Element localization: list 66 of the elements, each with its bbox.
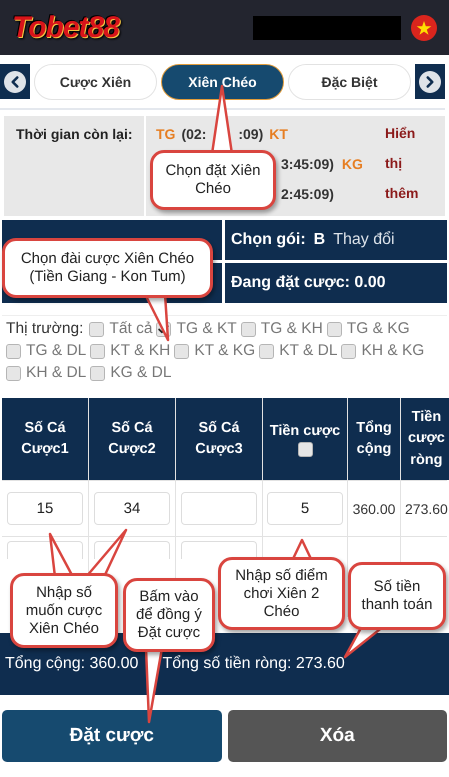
market-option-label[interactable]: TG & DL bbox=[26, 342, 86, 360]
market-option-label[interactable]: TG & KT bbox=[176, 320, 237, 338]
checkbox[interactable] bbox=[259, 344, 274, 358]
stake-field[interactable]: 5 bbox=[267, 492, 343, 525]
column-title: Tổng cộng bbox=[355, 418, 393, 459]
checkbox[interactable] bbox=[174, 344, 190, 358]
market-label: Thị trường: bbox=[6, 320, 84, 338]
change-link[interactable]: Thay đổi bbox=[333, 231, 395, 249]
number-field[interactable]: 15 bbox=[7, 492, 83, 525]
column-title: Số Cá Cược2 bbox=[107, 418, 157, 459]
clear-button[interactable]: Xóa bbox=[228, 710, 447, 762]
star-flag-icon[interactable] bbox=[411, 14, 437, 40]
previous-button[interactable] bbox=[0, 64, 30, 99]
region-code: KG bbox=[342, 156, 363, 172]
countdown-time: (02: bbox=[181, 126, 206, 142]
checkbox[interactable] bbox=[298, 442, 312, 457]
callout: Nhập số điểm chơi Xiên 2 Chéo bbox=[218, 557, 345, 630]
checkbox[interactable] bbox=[90, 366, 106, 380]
region-code: TG bbox=[156, 126, 176, 142]
table-cell: 360.00 bbox=[348, 481, 400, 536]
market-option-label[interactable]: TG & KG bbox=[346, 320, 410, 338]
tab[interactable]: Đặc Biệt bbox=[288, 64, 411, 100]
callout: Bấm vào để đồng ý Đặt cược bbox=[123, 578, 215, 652]
checkbox[interactable] bbox=[6, 366, 21, 380]
place-bet-button[interactable]: Đặt cược bbox=[2, 710, 222, 762]
next-button[interactable] bbox=[415, 64, 445, 99]
column-title: Số Cá Cược3 bbox=[194, 418, 244, 459]
table-cell: 273.60 bbox=[401, 481, 449, 536]
region-code: KT bbox=[269, 126, 288, 142]
checkbox[interactable] bbox=[341, 344, 356, 358]
market-option-label[interactable]: KH & DL bbox=[26, 364, 86, 382]
column-title: Tiền cược bbox=[270, 422, 340, 441]
market-option-label[interactable]: Tất cả bbox=[109, 320, 152, 338]
checkbox[interactable] bbox=[326, 322, 342, 336]
betting-amount: Đang đặt cược: 0.00 bbox=[231, 274, 386, 292]
countdown-time: :09) bbox=[238, 126, 264, 142]
market-option-label[interactable]: KT & KG bbox=[194, 342, 256, 360]
checkbox[interactable] bbox=[6, 344, 21, 358]
package-label: Chọn gói: bbox=[231, 231, 306, 249]
package-value: B bbox=[314, 231, 326, 249]
number-field[interactable] bbox=[181, 492, 257, 525]
number-field[interactable]: 34 bbox=[94, 492, 170, 525]
market-option-label[interactable]: TG & KH bbox=[260, 320, 323, 338]
callout: Nhập số muốn cược Xiên Chéo bbox=[10, 573, 118, 648]
market-option-label[interactable]: KH & KG bbox=[361, 342, 424, 360]
column-title: Số Cá Cược1 bbox=[20, 418, 70, 459]
tab[interactable]: Xiên Chéo bbox=[161, 64, 284, 100]
net-amount: Tổng số tiền ròng: 273.60 bbox=[162, 655, 345, 673]
countdown-time: 3:45:09) bbox=[281, 156, 334, 172]
callout: Chọn đặt Xiên Chéo bbox=[150, 150, 276, 210]
number-field[interactable] bbox=[181, 541, 257, 559]
market-option-label[interactable]: KT & DL bbox=[279, 342, 338, 360]
tab[interactable]: Cược Xiên bbox=[34, 64, 157, 100]
checkbox[interactable] bbox=[89, 322, 104, 336]
market-option-label[interactable]: KT & KH bbox=[110, 342, 170, 360]
checkbox[interactable] bbox=[90, 344, 106, 358]
checkbox[interactable] bbox=[240, 322, 256, 336]
market-option-label[interactable]: KG & DL bbox=[110, 364, 172, 382]
show-more-link[interactable]: thị bbox=[385, 154, 445, 173]
show-more-link[interactable]: Hiển bbox=[385, 124, 445, 143]
total-amount: Tổng cộng: 360.00 bbox=[5, 655, 138, 673]
countdown-time: 2:45:09) bbox=[281, 186, 334, 202]
callout: Chọn đài cược Xiên Chéo (Tiền Giang - Kon Tum) bbox=[2, 238, 213, 298]
column-title: Tiền cược ròng bbox=[406, 408, 446, 470]
show-more-link[interactable]: thêm bbox=[385, 184, 445, 203]
timer-label: Thời gian còn lại: bbox=[16, 126, 133, 142]
